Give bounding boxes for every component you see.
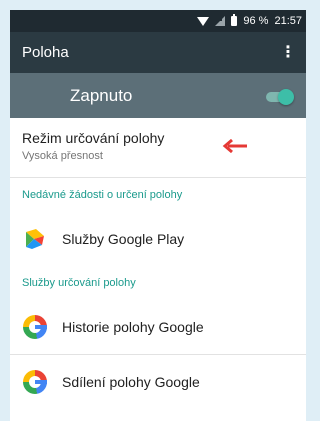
recent-requests-header: Nedávné žádosti o určení polohy: [22, 189, 183, 201]
wifi-icon: [197, 16, 210, 26]
google-play-services-icon: [22, 226, 48, 252]
battery-percent: 96 %: [243, 15, 269, 27]
list-item-label: Sdílení polohy Google: [62, 374, 200, 390]
toggle-thumb: [278, 88, 294, 105]
page-title: Poloha: [22, 44, 69, 61]
location-mode-value: Vysoká přesnost: [22, 150, 103, 162]
clock: 21:57: [274, 15, 302, 27]
status-bar: 96 % 21:57: [10, 10, 306, 32]
annotation-arrow-icon: [222, 139, 247, 153]
location-toggle[interactable]: [266, 88, 294, 105]
location-services-header: Služby určování polohy: [22, 277, 136, 289]
list-item-label: Historie polohy Google: [62, 319, 204, 335]
list-item-google-play-services[interactable]: Služby Google Play: [10, 212, 306, 266]
overflow-menu-icon[interactable]: ⋮: [280, 44, 296, 61]
location-mode-row[interactable]: Režim určování polohy Vysoká přesnost: [10, 118, 306, 178]
list-item-google-location-sharing[interactable]: Sdílení polohy Google: [10, 355, 306, 409]
battery-icon: [231, 14, 238, 26]
phone-screen: 96 % 21:57 Poloha ⋮ Zapnuto Režim určová…: [10, 10, 306, 421]
google-g-icon: [22, 369, 48, 395]
app-bar: Poloha ⋮: [10, 32, 306, 73]
cell-signal-icon: [215, 16, 226, 26]
list-item-label: Služby Google Play: [62, 231, 185, 247]
master-switch-label: Zapnuto: [70, 85, 133, 105]
location-master-switch-row[interactable]: Zapnuto: [10, 73, 306, 118]
list-item-google-location-history[interactable]: Historie polohy Google: [10, 300, 306, 354]
location-mode-title: Režim určování polohy: [22, 130, 165, 146]
google-g-icon: [22, 314, 48, 340]
